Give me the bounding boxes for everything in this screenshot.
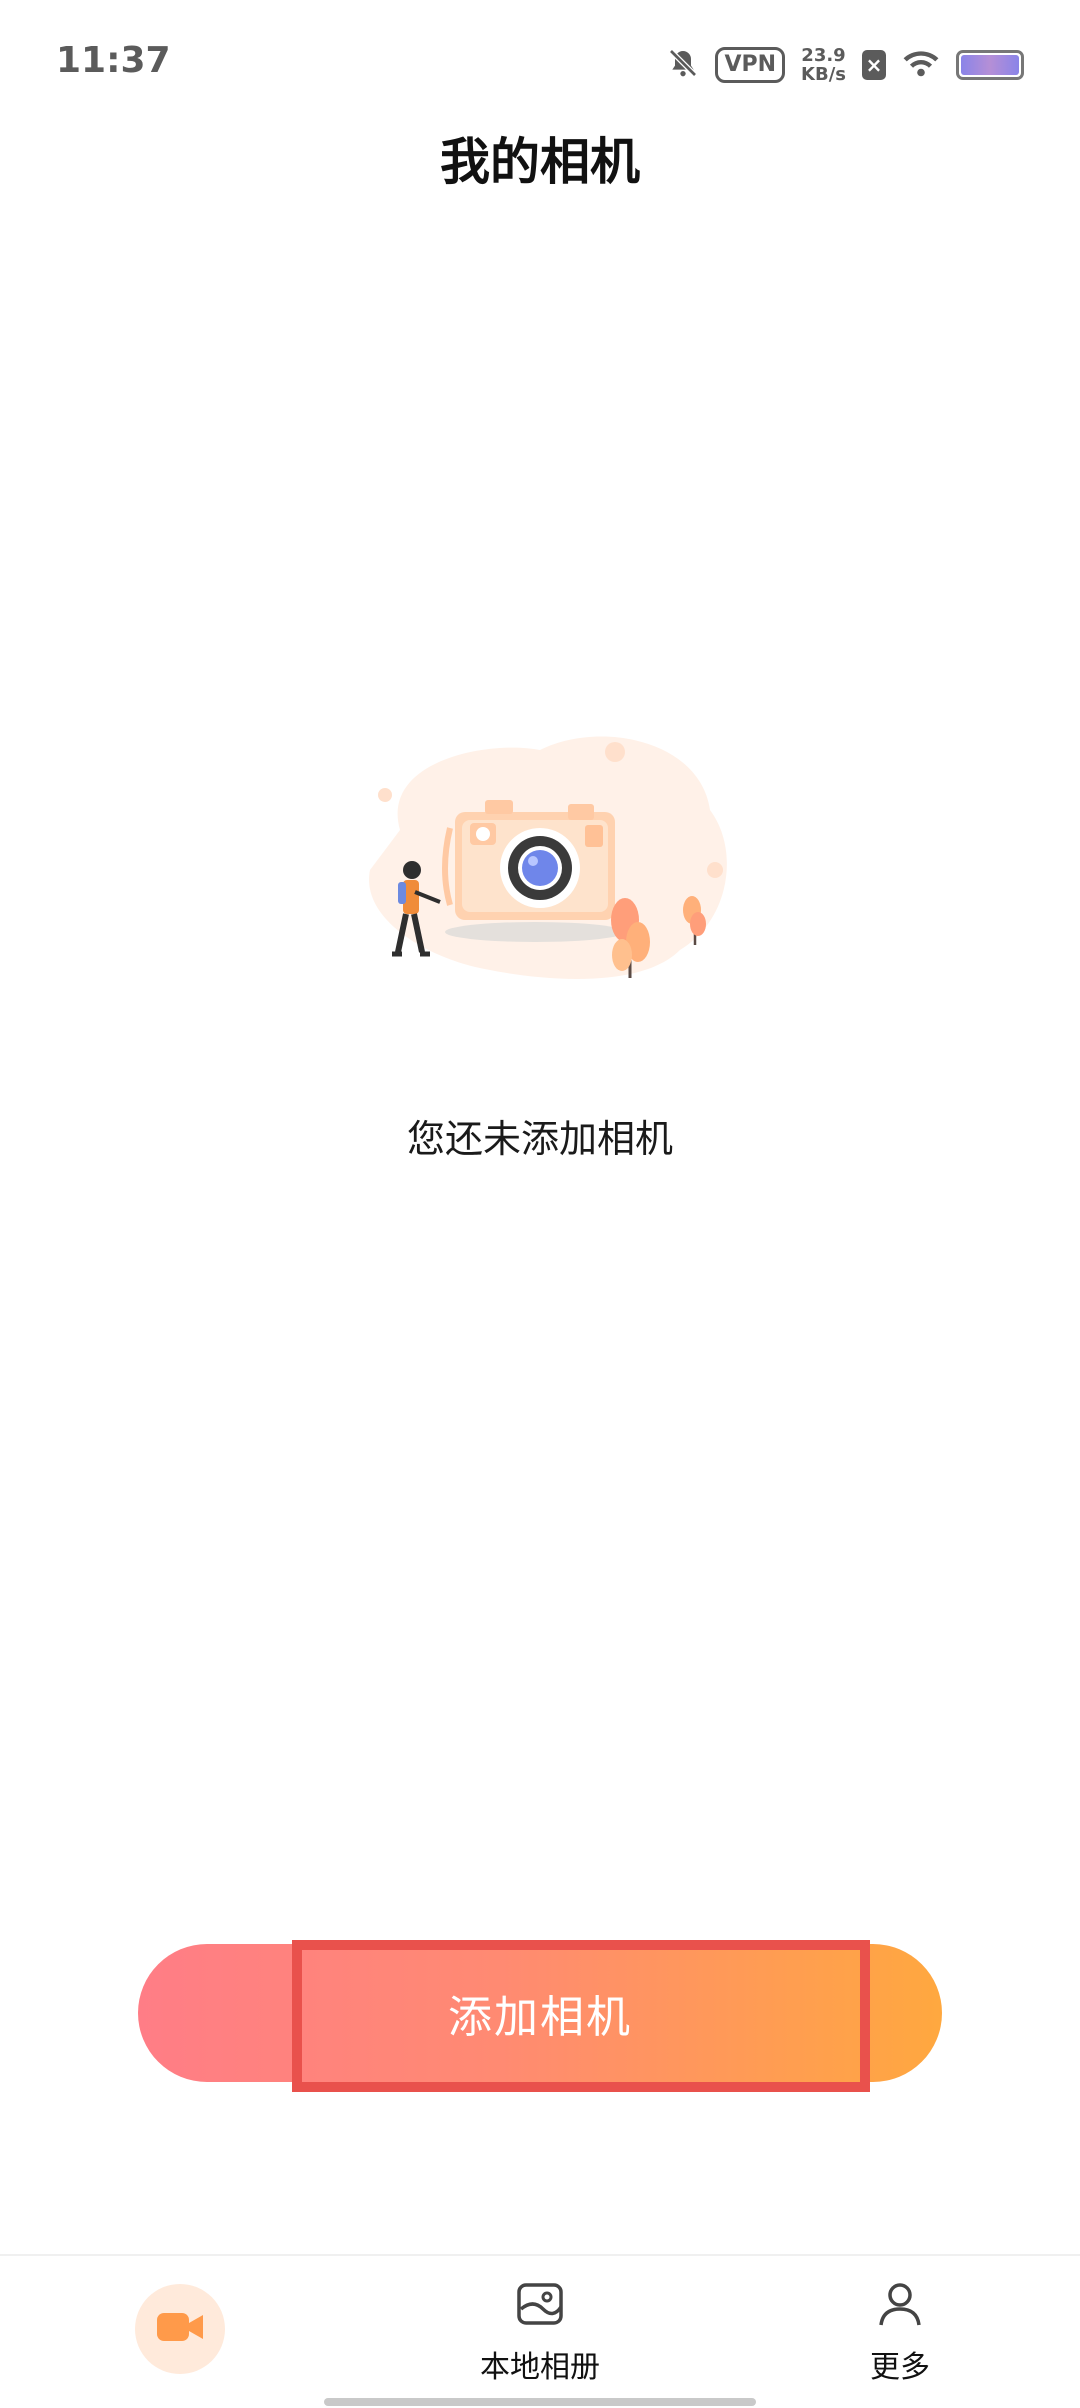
nav-more-label: 更多 <box>870 2350 930 2385</box>
person-icon <box>875 2279 925 2333</box>
nav-camera-bubble <box>135 2284 225 2374</box>
status-icons: VPN 23.9 KB/s × <box>667 40 1024 90</box>
empty-state-message: 您还未添加相机 <box>406 1117 673 1161</box>
status-time: 11:37 <box>56 40 171 81</box>
network-speed: 23.9 KB/s <box>801 46 846 84</box>
battery-level <box>961 55 1019 75</box>
home-indicator[interactable] <box>324 2398 756 2406</box>
camera-illustration <box>340 720 740 1020</box>
status-bar: 11:37 VPN 23.9 KB/s × <box>0 0 1080 120</box>
network-speed-value: 23.9 <box>801 45 846 66</box>
video-camera-icon <box>155 2307 205 2351</box>
nav-album-label: 本地相册 <box>480 2350 600 2385</box>
battery-icon <box>956 50 1024 80</box>
album-icon <box>515 2279 565 2333</box>
add-camera-button[interactable]: 添加相机 <box>138 1944 942 2082</box>
nav-item-album[interactable]: 本地相册 <box>440 2256 640 2408</box>
nav-album-icon-wrap <box>512 2278 568 2334</box>
bottom-nav: 本地相册 更多 <box>0 2254 1080 2408</box>
box-x-icon: × <box>862 50 886 80</box>
nav-item-more[interactable]: 更多 <box>820 2256 980 2408</box>
wifi-icon <box>902 48 940 82</box>
nav-item-camera[interactable] <box>134 2256 226 2408</box>
bell-muted-icon <box>667 47 699 83</box>
network-speed-unit: KB/s <box>801 64 846 85</box>
page-title: 我的相机 <box>440 133 640 191</box>
vpn-icon: VPN <box>715 47 786 83</box>
nav-more-icon-wrap <box>872 2278 928 2334</box>
